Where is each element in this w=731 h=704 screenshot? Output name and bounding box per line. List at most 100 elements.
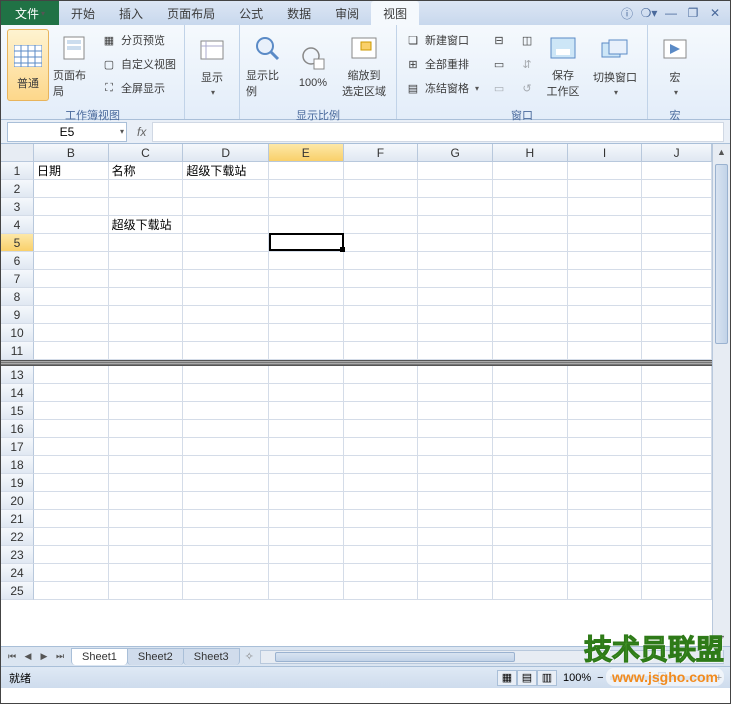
- cell-F13[interactable]: [344, 366, 419, 384]
- cell-D8[interactable]: [183, 288, 269, 306]
- cell-J5[interactable]: [642, 234, 712, 252]
- col-header-E[interactable]: E: [269, 144, 344, 162]
- cell-E10[interactable]: [269, 324, 344, 342]
- fullscreen-button[interactable]: ⛶全屏显示: [99, 77, 178, 99]
- cell-E25[interactable]: [269, 582, 344, 600]
- cell-C10[interactable]: [109, 324, 184, 342]
- cell-C16[interactable]: [109, 420, 184, 438]
- cell-E20[interactable]: [269, 492, 344, 510]
- cell-C21[interactable]: [109, 510, 184, 528]
- cell-F3[interactable]: [344, 198, 419, 216]
- cell-H11[interactable]: [493, 342, 568, 360]
- row-header-23[interactable]: 23: [1, 546, 34, 564]
- cell-J9[interactable]: [642, 306, 712, 324]
- cell-E1[interactable]: [269, 162, 344, 180]
- page-break-button[interactable]: ▦分页预览: [99, 29, 178, 51]
- cell-H16[interactable]: [493, 420, 568, 438]
- row-headers-bottom[interactable]: 13141516171819202122232425: [1, 366, 34, 600]
- cell-C25[interactable]: [109, 582, 184, 600]
- side-sync1-button[interactable]: ◫: [517, 29, 537, 51]
- cell-H1[interactable]: [493, 162, 568, 180]
- cell-E15[interactable]: [269, 402, 344, 420]
- cell-B25[interactable]: [34, 582, 109, 600]
- cell-J11[interactable]: [642, 342, 712, 360]
- cells-grid-bottom[interactable]: [34, 366, 712, 646]
- cell-I2[interactable]: [568, 180, 643, 198]
- cell-H13[interactable]: [493, 366, 568, 384]
- cell-F15[interactable]: [344, 402, 419, 420]
- cell-C14[interactable]: [109, 384, 184, 402]
- cell-H22[interactable]: [493, 528, 568, 546]
- cell-F18[interactable]: [344, 456, 419, 474]
- cell-G14[interactable]: [418, 384, 493, 402]
- cell-I5[interactable]: [568, 234, 643, 252]
- cell-E8[interactable]: [269, 288, 344, 306]
- name-box[interactable]: E5▾: [7, 122, 127, 142]
- col-header-J[interactable]: J: [642, 144, 712, 162]
- scroll-up-icon[interactable]: ▲: [713, 144, 730, 160]
- cell-F19[interactable]: [344, 474, 419, 492]
- cell-F23[interactable]: [344, 546, 419, 564]
- cell-C19[interactable]: [109, 474, 184, 492]
- cell-H2[interactable]: [493, 180, 568, 198]
- sheet-tab-sheet2[interactable]: Sheet2: [127, 648, 184, 665]
- cell-G10[interactable]: [418, 324, 493, 342]
- cell-C9[interactable]: [109, 306, 184, 324]
- cell-D5[interactable]: [183, 234, 269, 252]
- cell-G18[interactable]: [418, 456, 493, 474]
- help-icon[interactable]: ⓘ: [620, 6, 634, 20]
- cell-G16[interactable]: [418, 420, 493, 438]
- cell-E3[interactable]: [269, 198, 344, 216]
- cell-B11[interactable]: [34, 342, 109, 360]
- cell-H18[interactable]: [493, 456, 568, 474]
- cell-C11[interactable]: [109, 342, 184, 360]
- row-header-11[interactable]: 11: [1, 342, 34, 360]
- row-header-17[interactable]: 17: [1, 438, 34, 456]
- row-header-10[interactable]: 10: [1, 324, 34, 342]
- restore-icon[interactable]: ❐: [686, 6, 700, 20]
- cell-C18[interactable]: [109, 456, 184, 474]
- new-sheet-icon[interactable]: ✧: [245, 650, 254, 663]
- cell-J16[interactable]: [642, 420, 712, 438]
- scroll-thumb[interactable]: [715, 164, 728, 344]
- cell-F5[interactable]: [344, 234, 419, 252]
- cell-C3[interactable]: [109, 198, 184, 216]
- cell-I24[interactable]: [568, 564, 643, 582]
- row-header-1[interactable]: 1: [1, 162, 34, 180]
- cell-I3[interactable]: [568, 198, 643, 216]
- cell-E16[interactable]: [269, 420, 344, 438]
- cell-H24[interactable]: [493, 564, 568, 582]
- tab-page-layout[interactable]: 页面布局: [155, 1, 227, 25]
- cell-E9[interactable]: [269, 306, 344, 324]
- row-header-18[interactable]: 18: [1, 456, 34, 474]
- cell-C23[interactable]: [109, 546, 184, 564]
- zoom-selection-button[interactable]: 缩放到 选定区域: [338, 29, 390, 101]
- cell-I18[interactable]: [568, 456, 643, 474]
- cell-D9[interactable]: [183, 306, 269, 324]
- cell-J13[interactable]: [642, 366, 712, 384]
- cell-E6[interactable]: [269, 252, 344, 270]
- cell-H19[interactable]: [493, 474, 568, 492]
- cell-E2[interactable]: [269, 180, 344, 198]
- cell-D1[interactable]: 超级下载站: [183, 162, 269, 180]
- cell-C7[interactable]: [109, 270, 184, 288]
- cell-I14[interactable]: [568, 384, 643, 402]
- row-header-8[interactable]: 8: [1, 288, 34, 306]
- horizontal-scrollbar[interactable]: [260, 650, 724, 664]
- cell-J15[interactable]: [642, 402, 712, 420]
- tab-data[interactable]: 数据: [275, 1, 323, 25]
- cell-D7[interactable]: [183, 270, 269, 288]
- cell-J24[interactable]: [642, 564, 712, 582]
- cell-I23[interactable]: [568, 546, 643, 564]
- cell-D3[interactable]: [183, 198, 269, 216]
- cell-D20[interactable]: [183, 492, 269, 510]
- cell-C13[interactable]: [109, 366, 184, 384]
- cell-F11[interactable]: [344, 342, 419, 360]
- cell-I11[interactable]: [568, 342, 643, 360]
- cell-C22[interactable]: [109, 528, 184, 546]
- cell-B1[interactable]: 日期: [34, 162, 109, 180]
- macros-button[interactable]: 宏▾: [654, 29, 696, 101]
- cell-D2[interactable]: [183, 180, 269, 198]
- normal-view-icon[interactable]: ▦: [497, 670, 517, 686]
- cell-G3[interactable]: [418, 198, 493, 216]
